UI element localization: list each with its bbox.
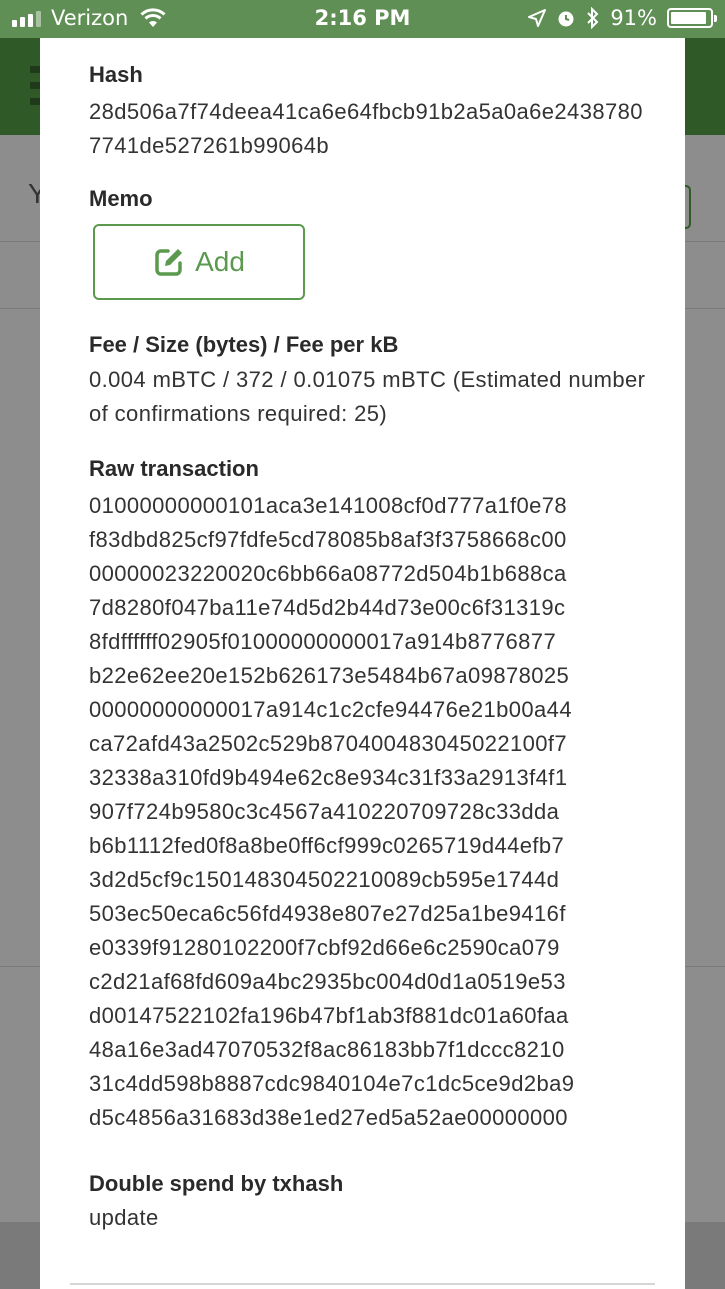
raw-transaction-section: Raw transaction 01000000000101aca3e14100…: [89, 454, 649, 1135]
signal-strength-icon: [12, 9, 41, 27]
raw-transaction-line: c2d21af68fd609a4bc2935bc004d0d1a0519e53: [89, 969, 566, 994]
raw-transaction-line: b22e62ee20e152b626173e5484b67a09878025: [89, 663, 570, 688]
hash-label: Hash: [89, 62, 143, 87]
raw-transaction-value: 01000000000101aca3e141008cf0d777a1f0e78 f…: [89, 489, 649, 1135]
add-memo-button[interactable]: Add: [93, 224, 305, 300]
raw-transaction-line: 8fdffffff02905f01000000000017a914b877687…: [89, 629, 557, 654]
raw-transaction-line: f83dbd825cf97fdfe5cd78085b8af3f3758668c0…: [89, 527, 567, 552]
memo-section: Memo: [89, 184, 649, 214]
double-spend-value: update: [89, 1205, 159, 1230]
raw-transaction-line: 01000000000101aca3e141008cf0d777a1f0e78: [89, 493, 568, 518]
carrier-name: Verizon: [51, 6, 129, 30]
memo-label: Memo: [89, 186, 153, 211]
add-memo-label: Add: [195, 246, 245, 277]
raw-transaction-line: 503ec50eca6c56fd4938e807e27d25a1be9416f: [89, 901, 566, 926]
raw-transaction-line: 31c4dd598b8887cdc9840104e7c1dc5ce9d2ba9: [89, 1071, 575, 1096]
raw-transaction-line: 32338a310fd9b494e62c8e934c31f33a2913f4f1: [89, 765, 568, 790]
wifi-icon: [140, 8, 166, 27]
raw-transaction-line: e0339f91280102200f7cbf92d66e6c2590ca079: [89, 935, 560, 960]
transaction-detail-dialog: Hash 28d506a7f74deea41ca6e64fbcb91b2a5a0…: [40, 38, 685, 1289]
fee-value: 0.004 mBTC / 372 / 0.01075 mBTC (Estimat…: [89, 367, 646, 426]
status-right: 91%: [528, 6, 717, 30]
raw-transaction-line: 907f724b9580c3c4567a410220709728c33dda: [89, 799, 560, 824]
fee-section: Fee / Size (bytes) / Fee per kB 0.004 mB…: [89, 330, 649, 431]
bottom-divider: [70, 1283, 655, 1285]
raw-transaction-line: 48a16e3ad47070532f8ac86183bb7f1dccc8210: [89, 1037, 565, 1062]
edit-icon: [155, 249, 183, 276]
status-left: Verizon: [12, 6, 166, 30]
raw-transaction-line: 7d8280f047ba11e74d5d2b44d73e00c6f31319c: [89, 595, 566, 620]
raw-transaction-line: 3d2d5cf9c150148304502210089cb595e1744d: [89, 867, 560, 892]
raw-transaction-line: d00147522102fa196b47bf1ab3f881dc01a60faa: [89, 1003, 569, 1028]
alarm-clock-icon: [558, 11, 574, 27]
hash-value: 28d506a7f74deea41ca6e64fbcb91b2a5a0a6e24…: [89, 99, 643, 158]
raw-transaction-label: Raw transaction: [89, 456, 259, 481]
location-arrow-icon: [528, 9, 547, 27]
raw-transaction-line: 00000000000017a914c1c2cfe94476e21b00a44: [89, 697, 572, 722]
status-bar: Verizon 2:16 PM 91%: [0, 0, 725, 38]
battery-percentage: 91%: [610, 6, 657, 30]
fee-label: Fee / Size (bytes) / Fee per kB: [89, 332, 399, 357]
raw-transaction-line: d5c4856a31683d38e1ed27ed5a52ae00000000: [89, 1105, 568, 1130]
raw-transaction-line: ca72afd43a2502c529b870400483045022100f7: [89, 731, 568, 756]
hash-section: Hash 28d506a7f74deea41ca6e64fbcb91b2a5a0…: [89, 60, 649, 163]
menu-icon: [30, 66, 40, 114]
battery-icon: [667, 8, 717, 28]
raw-transaction-line: b6b1112fed0f8a8be0ff6cf999c0265719d44efb…: [89, 833, 565, 858]
bluetooth-icon: [587, 7, 599, 29]
double-spend-section: Double spend by txhash update: [89, 1169, 649, 1235]
double-spend-label: Double spend by txhash: [89, 1171, 344, 1196]
raw-transaction-line: 00000023220020c6bb66a08772d504b1b688ca: [89, 561, 567, 586]
battery-level: [671, 12, 706, 24]
